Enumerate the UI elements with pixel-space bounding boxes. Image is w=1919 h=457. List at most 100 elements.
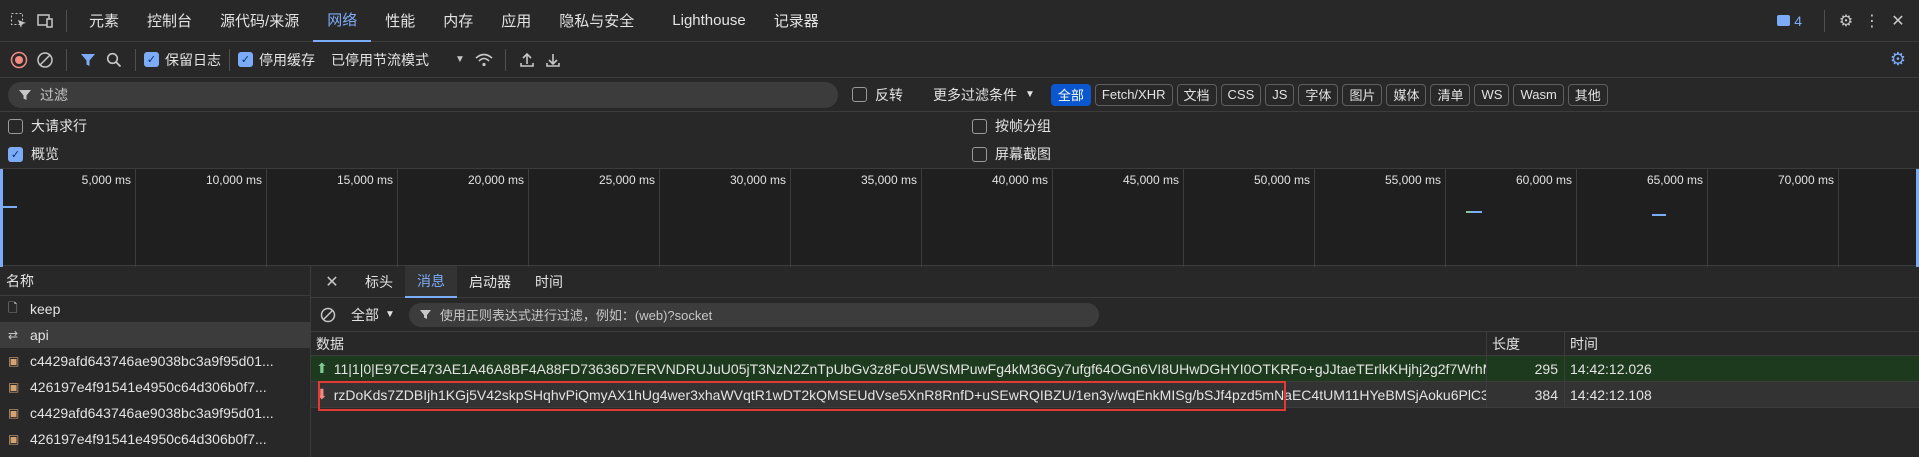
export-har-icon[interactable] xyxy=(540,47,566,73)
type-filter-1[interactable]: Fetch/XHR xyxy=(1094,83,1173,106)
request-row[interactable]: ▣ c4429afd643746ae9038bc3a9f95d01... xyxy=(0,348,310,374)
image-icon: ▣ xyxy=(8,354,20,368)
close-detail-icon[interactable]: ✕ xyxy=(319,269,345,295)
type-filter-11[interactable]: 其他 xyxy=(1567,83,1608,106)
timeline-tick-label: 50,000 ms xyxy=(1253,173,1310,187)
throttle-select[interactable]: 已停用节流模式 ▼ xyxy=(331,50,465,70)
network-settings-gear-icon[interactable]: ⚙ xyxy=(1885,47,1911,73)
throttle-value: 已停用节流模式 xyxy=(331,51,429,68)
clear-icon[interactable] xyxy=(32,47,58,73)
preserve-log-checkbox[interactable]: ✓ xyxy=(144,52,159,67)
issues-count: 4 xyxy=(1794,12,1802,29)
name-column-label: 名称 xyxy=(6,272,34,289)
chevron-down-icon: ▼ xyxy=(385,309,395,320)
message-type-select[interactable]: 全部 ▼ xyxy=(351,305,395,325)
request-row[interactable]: 🗋 keep xyxy=(0,296,310,322)
overview-label: 概览 xyxy=(31,146,59,162)
device-toolbar-icon[interactable] xyxy=(32,8,58,34)
settings-gear-icon[interactable]: ⚙ xyxy=(1833,8,1859,34)
chevron-down-icon: ▼ xyxy=(1025,89,1035,100)
disable-cache-checkbox[interactable]: ✓ xyxy=(238,52,253,67)
timeline-gridline xyxy=(397,169,398,267)
tab-7[interactable]: 隐私与安全 xyxy=(545,0,648,42)
type-filter-9[interactable]: WS xyxy=(1474,83,1510,106)
message-data-cell: ⬆ 11|1|0|E97CE473AE1A46A8BF4A88FD73636D7E… xyxy=(311,356,1487,381)
type-filter-3[interactable]: CSS xyxy=(1220,83,1262,106)
type-filter-8[interactable]: 清单 xyxy=(1430,83,1471,106)
message-time: 14:42:12.026 xyxy=(1570,360,1652,377)
timeline-tick-label: 25,000 ms xyxy=(598,173,655,187)
timeline-gridline xyxy=(1445,169,1446,267)
data-column-header[interactable]: 数据 xyxy=(311,332,1487,355)
invert-checkbox[interactable] xyxy=(852,87,867,102)
timeline-gridline xyxy=(1183,169,1184,267)
search-icon[interactable] xyxy=(101,47,127,73)
message-filter-input[interactable]: 使用正则表达式进行过滤，例如：(web)?socket xyxy=(408,302,1099,327)
record-stop-icon[interactable] xyxy=(6,47,32,73)
message-filter-placeholder: 使用正则表达式进行过滤，例如：(web)?socket xyxy=(439,308,713,323)
request-row[interactable]: ▣ c4429afd643746ae9038bc3a9f95d01... xyxy=(0,400,310,426)
screenshots-label: 屏幕截图 xyxy=(995,146,1051,162)
type-filter-10[interactable]: Wasm xyxy=(1513,83,1564,106)
invert-label: 反转 xyxy=(875,86,903,103)
timeline-gridline xyxy=(1576,169,1577,267)
request-row[interactable]: ▣ 426197e4f91541e4950c64d306b0f7... xyxy=(0,374,310,400)
sent-arrow-icon: ⬆ xyxy=(316,360,328,376)
more-filters-dropdown[interactable]: 更多过滤条件 ▼ xyxy=(933,85,1035,105)
detail-tab-1[interactable]: 消息 xyxy=(405,265,457,298)
type-filter-7[interactable]: 媒体 xyxy=(1386,83,1427,106)
overview-checkbox[interactable]: ✓ xyxy=(8,146,23,162)
time-column-header[interactable]: 时间 xyxy=(1565,332,1919,355)
filter-input[interactable]: 过滤 xyxy=(8,81,838,108)
request-bar xyxy=(1466,211,1471,213)
options-row-1: 大请求行 按帧分组 xyxy=(0,112,1919,140)
timeline-tick-label: 55,000 ms xyxy=(1384,173,1441,187)
type-filter-5[interactable]: 字体 xyxy=(1298,83,1339,106)
filter-funnel-icon xyxy=(419,310,431,319)
big-rows-checkbox[interactable] xyxy=(8,118,23,134)
request-row[interactable]: ⇄ api xyxy=(0,322,310,348)
issues-counter[interactable]: 4 xyxy=(1777,13,1802,29)
timeline-tick-label: 65,000 ms xyxy=(1646,173,1703,187)
tab-9[interactable]: 记录器 xyxy=(760,0,833,42)
inspect-element-icon[interactable] xyxy=(6,8,32,34)
network-toolbar: ✓ 保留日志 ✓ 停用缓存 已停用节流模式 ▼ ⚙ xyxy=(0,42,1919,78)
timeline-left-handle[interactable] xyxy=(0,169,3,267)
length-column-header[interactable]: 长度 xyxy=(1487,332,1565,355)
request-name: api xyxy=(30,327,49,343)
tab-2[interactable]: 源代码/来源 xyxy=(206,0,313,42)
name-column-header[interactable]: 名称 xyxy=(0,266,310,296)
type-filter-6[interactable]: 图片 xyxy=(1342,83,1383,106)
close-devtools-icon[interactable]: ✕ xyxy=(1885,8,1911,34)
detail-tab-3[interactable]: 时间 xyxy=(523,266,575,298)
detail-tab-0[interactable]: 标头 xyxy=(353,266,405,298)
timeline-gridline xyxy=(790,169,791,267)
timeline-tick-label: 15,000 ms xyxy=(336,173,393,187)
type-filter-4[interactable]: JS xyxy=(1265,83,1295,106)
tab-4[interactable]: 性能 xyxy=(371,0,429,42)
screenshots-checkbox[interactable] xyxy=(972,146,987,162)
tab-0[interactable]: 元素 xyxy=(75,0,133,42)
tab-1[interactable]: 控制台 xyxy=(133,0,206,42)
type-filter-0[interactable]: 全部 xyxy=(1050,83,1091,106)
tab-8[interactable]: Lighthouse xyxy=(658,0,759,42)
overview-timeline[interactable]: 5,000 ms 10,000 ms 15,000 ms 20,000 ms 25,00… xyxy=(0,168,1919,267)
tab-6[interactable]: 应用 xyxy=(487,0,545,42)
tab-5[interactable]: 内存 xyxy=(429,0,487,42)
image-icon: ▣ xyxy=(8,380,20,394)
detail-tab-2[interactable]: 启动器 xyxy=(457,266,523,298)
network-conditions-wifi-icon[interactable] xyxy=(471,47,497,73)
websocket-icon: ⇄ xyxy=(8,328,19,342)
type-filter-2[interactable]: 文档 xyxy=(1176,83,1217,106)
more-options-icon[interactable]: ⋮ xyxy=(1859,8,1885,34)
message-row[interactable]: ⬆ 11|1|0|E97CE473AE1A46A8BF4A88FD73636D7E… xyxy=(311,356,1919,382)
highlight-box xyxy=(318,381,1286,411)
filter-funnel-icon[interactable] xyxy=(75,47,101,73)
group-by-frame-checkbox[interactable] xyxy=(972,118,987,134)
request-name: 426197e4f91541e4950c64d306b0f7... xyxy=(30,379,267,395)
request-row[interactable]: ▣ 426197e4f91541e4950c64d306b0f7... xyxy=(0,426,310,452)
tab-3[interactable]: 网络 xyxy=(313,0,372,42)
image-icon: ▣ xyxy=(8,432,20,446)
import-har-icon[interactable] xyxy=(514,47,540,73)
clear-messages-icon[interactable] xyxy=(315,302,341,328)
